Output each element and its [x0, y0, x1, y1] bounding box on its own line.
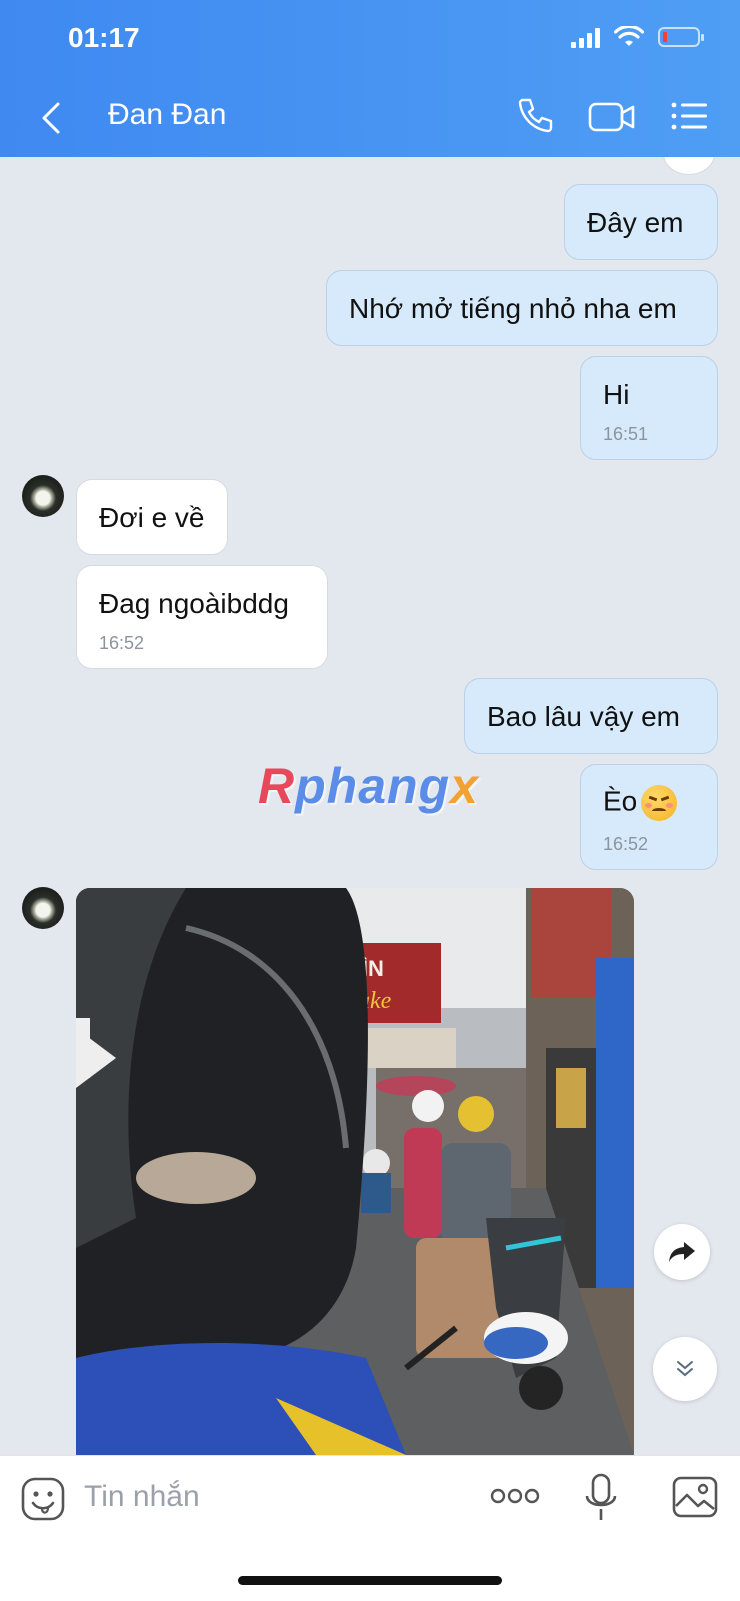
back-arrow-icon[interactable] [36, 98, 66, 138]
header-actions [514, 96, 710, 136]
contact-avatar[interactable] [22, 475, 64, 517]
message-text: Đây em [587, 207, 684, 238]
message-text: Bao lâu vậy em [487, 701, 680, 732]
gallery-image-icon[interactable] [672, 1476, 718, 1518]
persevering-face-emoji-icon [641, 785, 678, 821]
street-photo: BÌN ake [76, 888, 634, 1455]
message-bubble-outgoing[interactable]: Bao lâu vậy em [464, 678, 718, 754]
message-bubble-incoming[interactable]: Đag ngoàibddg 16:52 [76, 565, 328, 669]
reaction-button-partial[interactable] [663, 157, 715, 175]
share-arrow-icon [669, 1242, 695, 1262]
watermark-part: R [258, 758, 296, 814]
status-icons [571, 26, 704, 48]
message-bubble-incoming[interactable]: Đơi e về [76, 479, 228, 555]
menu-list-icon[interactable] [670, 96, 710, 136]
double-chevron-down-icon [677, 1361, 693, 1377]
image-message[interactable]: BÌN ake [76, 888, 634, 1455]
message-text-with-emoji: Èo [603, 785, 678, 821]
more-options-icon[interactable] [490, 1486, 540, 1506]
watermark-part: x [450, 758, 479, 814]
message-list[interactable]: Đây em Nhớ mở tiếng nhỏ nha em Hi 16:51 … [0, 157, 740, 1455]
watermark: Rphangx [258, 757, 479, 815]
battery-icon [658, 27, 704, 47]
message-time: 16:51 [603, 424, 649, 444]
voice-call-icon[interactable] [514, 96, 554, 136]
message-time: 16:52 [99, 633, 145, 653]
message-bubble-outgoing[interactable]: Hi 16:51 [580, 356, 718, 460]
watermark-part: phang [295, 758, 451, 814]
message-bubble-outgoing[interactable]: Nhớ mở tiếng nhỏ nha em [326, 270, 718, 346]
wifi-icon [614, 26, 644, 46]
message-text: Hi [603, 379, 630, 410]
message-text: Èo [603, 785, 638, 817]
message-input[interactable]: Tin nhắn [84, 1480, 200, 1514]
scroll-to-bottom-button[interactable] [653, 1337, 717, 1401]
message-text: Đag ngoàibddg [99, 588, 289, 619]
cellular-signal-icon [571, 26, 600, 48]
conversation-title[interactable]: Đan Đan [108, 98, 226, 132]
forward-button[interactable] [654, 1224, 710, 1280]
message-bubble-outgoing[interactable]: Đây em [564, 184, 718, 260]
message-bubble-outgoing[interactable]: Èo 16:52 [580, 764, 718, 870]
home-indicator [238, 1576, 502, 1585]
status-time: 01:17 [68, 22, 140, 53]
microphone-icon[interactable] [584, 1472, 618, 1524]
message-text: Đơi e về [99, 502, 205, 533]
chat-header: 01:17 Đan Đan [0, 0, 740, 157]
message-time: 16:52 [603, 834, 649, 854]
video-call-icon[interactable] [588, 96, 636, 136]
sticker-emoji-icon[interactable] [20, 1476, 66, 1522]
message-text: Nhớ mở tiếng nhỏ nha em [349, 293, 677, 324]
contact-avatar[interactable] [22, 887, 64, 929]
